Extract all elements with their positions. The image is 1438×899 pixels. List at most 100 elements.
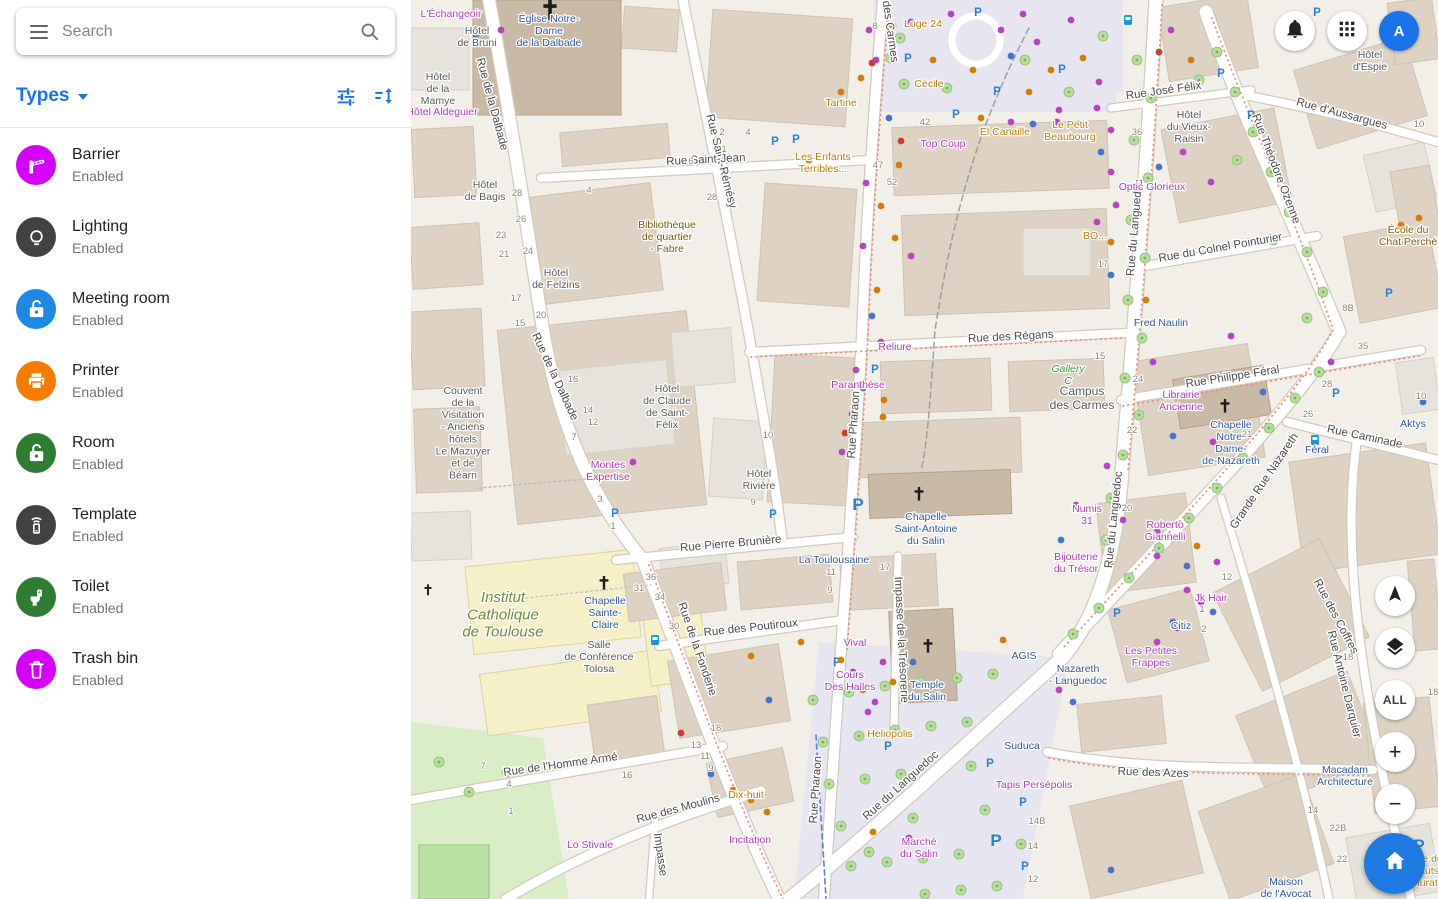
svg-text:23: 23 [496, 230, 507, 241]
type-label: Printer [72, 361, 123, 381]
svg-text:Lo Stivale: Lo Stivale [567, 839, 613, 851]
svg-text:11: 11 [826, 567, 836, 578]
type-list-item[interactable]: Printer Enabled [0, 345, 411, 417]
svg-text:P: P [1332, 388, 1340, 400]
type-list-item[interactable]: Meeting roomEnabled [0, 273, 411, 345]
types-title-label: Types [16, 85, 70, 107]
svg-text:P: P [884, 741, 892, 753]
search-icon[interactable] [359, 21, 381, 43]
svg-text:Top Coup: Top Coup [921, 138, 966, 150]
svg-text:17: 17 [511, 293, 522, 304]
search-input[interactable] [60, 22, 347, 42]
type-list-item[interactable]: LightingEnabled [0, 201, 411, 273]
filter-tune-icon[interactable] [335, 85, 357, 107]
svg-text:P: P [771, 136, 779, 148]
svg-text:P: P [993, 86, 1001, 98]
svg-text:P: P [952, 109, 960, 121]
layers-button[interactable] [1375, 628, 1415, 668]
app-window: PPPPPPPPPPPPPPPPPPPPPPPPPRue de la Dalba… [0, 0, 1438, 899]
types-header: Types [0, 76, 411, 116]
svg-text:Marchédu Salin: Marchédu Salin [900, 836, 938, 860]
svg-text:24: 24 [523, 246, 534, 257]
svg-text:15: 15 [1095, 351, 1106, 362]
all-floors-button[interactable]: ALL [1375, 680, 1415, 720]
svg-text:26: 26 [1303, 409, 1314, 420]
svg-text:P: P [769, 509, 777, 521]
map-svg[interactable]: PPPPPPPPPPPPPPPPPPPPPPPPPRue de la Dalba… [411, 0, 1438, 899]
svg-text:Jk Hair: Jk Hair [1195, 592, 1228, 604]
type-list-item[interactable]: ToiletEnabled [0, 561, 411, 633]
svg-text:6: 6 [688, 156, 693, 167]
navigation-arrow-icon [1384, 583, 1406, 610]
svg-text:47: 47 [873, 160, 884, 171]
svg-text:42: 42 [920, 117, 931, 128]
svg-text:1: 1 [508, 806, 513, 817]
account-avatar[interactable]: A [1379, 11, 1419, 51]
menu-icon[interactable] [30, 25, 48, 39]
svg-text:16: 16 [622, 770, 633, 781]
svg-text:Fred Naulin: Fred Naulin [1134, 317, 1188, 329]
sidebar: Types Barr [0, 0, 411, 899]
svg-text:4: 4 [586, 185, 591, 196]
svg-text:14: 14 [1308, 805, 1319, 816]
svg-text:24: 24 [1133, 374, 1144, 385]
svg-text:9: 9 [750, 497, 755, 508]
types-dropdown[interactable]: Types [16, 85, 88, 107]
svg-text:Citiz: Citiz [1171, 620, 1191, 632]
sort-icon[interactable] [373, 85, 395, 107]
svg-text:7: 7 [571, 432, 576, 443]
svg-text:26: 26 [516, 214, 527, 225]
svg-text:P: P [974, 7, 982, 19]
chevron-down-icon [78, 94, 88, 100]
zoom-out-button[interactable]: − [1375, 784, 1415, 824]
svg-text:13: 13 [691, 740, 702, 751]
search-bar[interactable] [16, 8, 395, 55]
type-label: Toilet [72, 577, 123, 597]
svg-text:21: 21 [499, 249, 510, 260]
compass-button[interactable] [1375, 576, 1415, 616]
svg-text:LibrairieAncienne: LibrairieAncienne [1159, 389, 1203, 413]
svg-text:Dix-huit: Dix-huit [728, 789, 764, 801]
svg-text:El Canaille: El Canaille [980, 126, 1030, 138]
svg-text:1: 1 [610, 521, 615, 532]
apps-button[interactable] [1327, 11, 1367, 51]
map-canvas[interactable]: PPPPPPPPPPPPPPPPPPPPPPPPPRue de la Dalba… [411, 0, 1438, 899]
svg-text:BO...: BO... [1083, 230, 1107, 242]
zoom-in-button[interactable]: + [1375, 732, 1415, 772]
svg-text:4: 4 [506, 779, 511, 790]
svg-text:22B: 22B [1330, 823, 1347, 834]
svg-text:L'Échangeoir: L'Échangeoir [421, 7, 482, 20]
type-status: Enabled [72, 455, 123, 473]
svg-text:RobertoGiannelli: RobertoGiannelli [1145, 519, 1186, 543]
svg-text:Cécile: Cécile [914, 78, 943, 90]
svg-text:Tartine: Tartine [825, 97, 857, 109]
svg-text:Les EnfantsTerribles...: Les EnfantsTerribles... [795, 151, 850, 175]
type-list-item[interactable]: Trash binEnabled [0, 633, 411, 705]
type-label: Meeting room [72, 289, 170, 309]
svg-text:34: 34 [655, 592, 666, 603]
svg-text:1: 1 [1199, 604, 1204, 615]
svg-text:Suduca: Suduca [1004, 740, 1040, 752]
svg-text:2: 2 [719, 127, 724, 138]
svg-text:P: P [1021, 861, 1029, 873]
home-icon [1381, 847, 1409, 880]
svg-text:36: 36 [646, 572, 657, 583]
svg-text:P: P [1019, 797, 1027, 809]
home-fab-button[interactable] [1364, 833, 1425, 894]
svg-text:Reliure: Reliure [878, 341, 911, 353]
type-status: Enabled [72, 383, 123, 401]
svg-text:La Toulousaine: La Toulousaine [799, 554, 870, 566]
svg-text:P: P [904, 53, 912, 65]
svg-text:28: 28 [1322, 379, 1333, 390]
notifications-button[interactable] [1275, 11, 1315, 51]
svg-text:Loge 24: Loge 24 [904, 18, 942, 30]
svg-text:20: 20 [1122, 503, 1133, 514]
type-list-item[interactable]: TemplateEnabled [0, 489, 411, 561]
type-status: Enabled [72, 671, 138, 689]
type-list-item[interactable]: BarrierEnabled [0, 129, 411, 201]
svg-text:MontesExpertise: MontesExpertise [586, 459, 630, 483]
type-label: Room [72, 433, 123, 453]
svg-text:HôtelRivière: HôtelRivière [743, 468, 776, 492]
type-list-item[interactable]: Room Enabled [0, 417, 411, 489]
svg-text:8: 8 [872, 21, 877, 32]
